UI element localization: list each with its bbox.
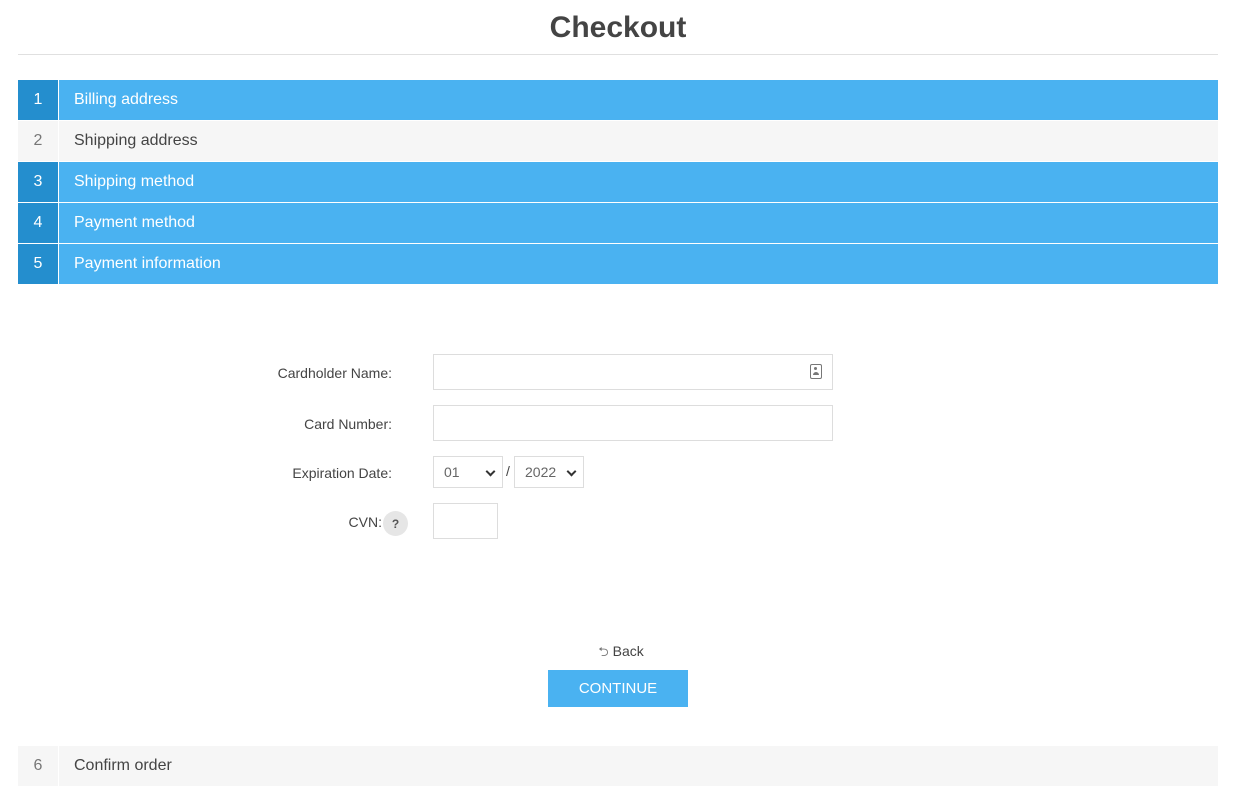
expire-year-value: 2022 [525,464,557,480]
step-title: Payment information [74,255,221,272]
chevron-down-icon [566,466,577,477]
step-number: 3 [18,162,59,202]
cvn-label: CVN: [348,514,382,530]
expire-month-value: 01 [444,464,460,480]
cvn-input[interactable] [433,503,498,539]
step-title: Billing address [74,91,179,108]
step-title: Confirm order [74,757,172,774]
step-shipping-address[interactable]: 2 Shipping address [18,121,1218,162]
cardholder-name-label: Cardholder Name: [277,365,392,381]
expiration-date-label: Expiration Date: [292,465,392,481]
expire-month-select[interactable]: 01 [433,456,503,488]
step-shipping-method[interactable]: 3 Shipping method [18,162,1218,203]
card-number-input[interactable] [433,405,833,441]
contact-card-icon[interactable] [810,364,822,379]
back-link[interactable]: ⮌ Back [0,643,1242,665]
step-title: Shipping method [74,173,195,190]
expire-year-select[interactable]: 2022 [514,456,584,488]
page-title: Checkout [18,0,1218,55]
checkout-steps: 1 Billing address 2 Shipping address 3 S… [18,80,1218,285]
step-number: 5 [18,244,59,284]
step-number: 2 [18,121,59,161]
expire-separator: / [506,463,510,479]
back-arrow-icon: ⮌ [598,644,609,659]
step-confirm-order[interactable]: 6 Confirm order [18,746,1218,787]
step-number: 1 [18,80,59,120]
step-list-confirm: 6 Confirm order [18,746,1218,787]
step-billing-address[interactable]: 1 Billing address [18,80,1218,121]
step-number: 6 [18,746,59,786]
step-title: Payment method [74,214,195,231]
step-title: Shipping address [74,132,198,149]
cardholder-name-input[interactable] [433,354,833,390]
step-number: 4 [18,203,59,243]
card-number-label: Card Number: [304,416,392,432]
back-label: Back [612,643,644,659]
continue-button[interactable]: Continue [548,670,688,707]
step-payment-method[interactable]: 4 Payment method [18,203,1218,244]
step-payment-information[interactable]: 5 Payment information [18,244,1218,285]
help-icon[interactable]: ? [383,511,408,536]
chevron-down-icon [485,466,496,477]
